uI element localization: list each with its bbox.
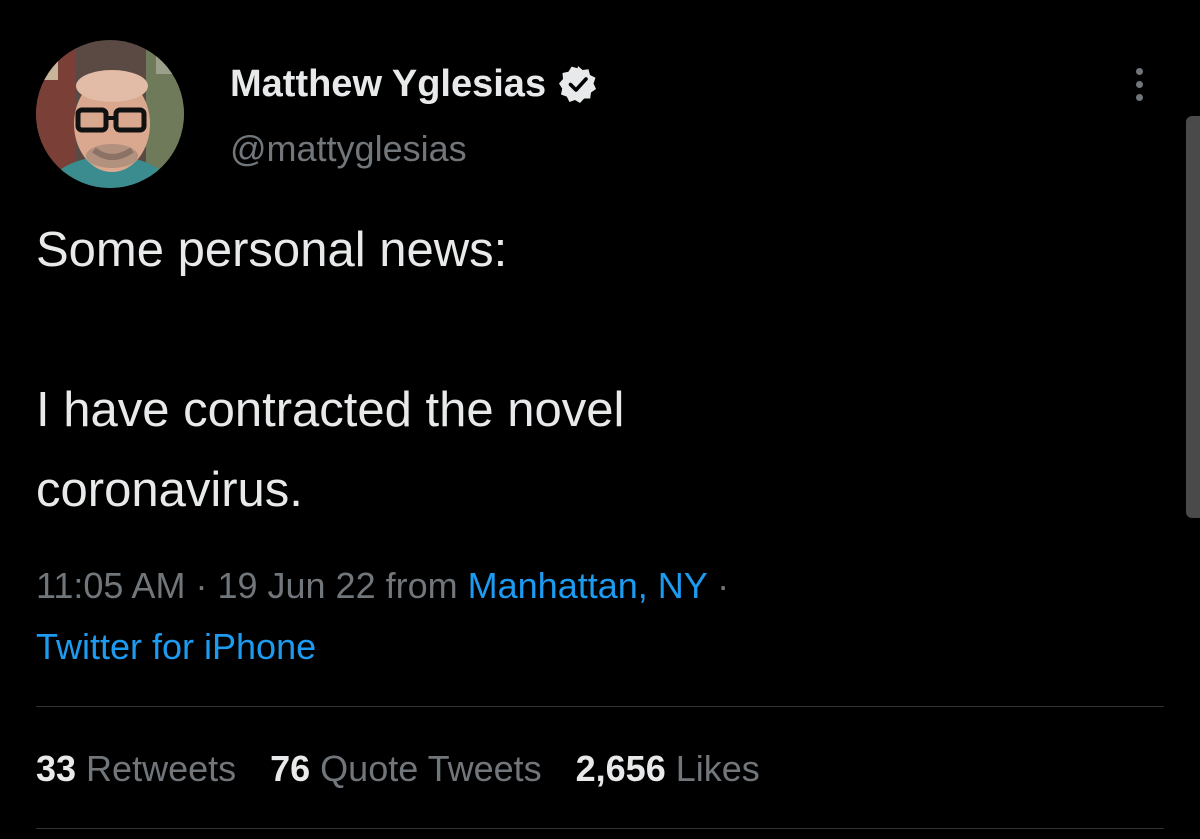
likes-label: Likes: [675, 748, 760, 789]
tweet-text-line: I have contracted the novel: [36, 383, 625, 437]
source-link[interactable]: Twitter for iPhone: [36, 626, 316, 667]
tweet-detail: Matthew Yglesias @mattyglesias Some pers…: [0, 0, 1200, 839]
retweets-stat[interactable]: 33 Retweets: [36, 748, 236, 790]
divider: [36, 706, 1164, 707]
divider: [36, 828, 1164, 829]
avatar[interactable]: [36, 40, 184, 188]
meta-separator: ·: [717, 565, 730, 606]
meta-row-1: 11:05 AM · 19 Jun 22 from Manhattan, NY …: [36, 555, 1136, 616]
tweet-meta: 11:05 AM · 19 Jun 22 from Manhattan, NY …: [36, 555, 1136, 677]
avatar-photo: [36, 40, 184, 188]
tweet-text-line: Some personal news:: [36, 223, 508, 277]
engagement-stats: 33 Retweets 76 Quote Tweets 2,656 Likes: [36, 748, 794, 790]
meta-row-2: Twitter for iPhone: [36, 616, 1136, 677]
quote-tweets-stat[interactable]: 76 Quote Tweets: [270, 748, 542, 790]
more-options-icon[interactable]: [1124, 64, 1154, 104]
tweet-text-line: coronavirus.: [36, 463, 303, 517]
tweet-time[interactable]: 11:05 AM: [36, 565, 185, 606]
tweet-text: Some personal news: I have contracted th…: [36, 210, 1136, 530]
quote-tweets-count: 76: [270, 748, 311, 789]
retweets-label: Retweets: [86, 748, 237, 789]
author-handle[interactable]: @mattyglesias: [230, 128, 467, 170]
likes-count: 2,656: [575, 748, 666, 789]
author-name-row: Matthew Yglesias: [230, 62, 598, 106]
tweet-date[interactable]: 19 Jun 22: [217, 565, 375, 606]
from-label: from: [385, 565, 458, 606]
verified-badge-icon: [558, 64, 598, 104]
quote-tweets-label: Quote Tweets: [320, 748, 542, 789]
scrollbar[interactable]: [1186, 116, 1200, 518]
likes-stat[interactable]: 2,656 Likes: [576, 748, 760, 790]
location-link[interactable]: Manhattan, NY: [468, 565, 707, 606]
meta-separator: ·: [195, 565, 208, 606]
retweets-count: 33: [36, 748, 77, 789]
display-name[interactable]: Matthew Yglesias: [230, 63, 546, 106]
